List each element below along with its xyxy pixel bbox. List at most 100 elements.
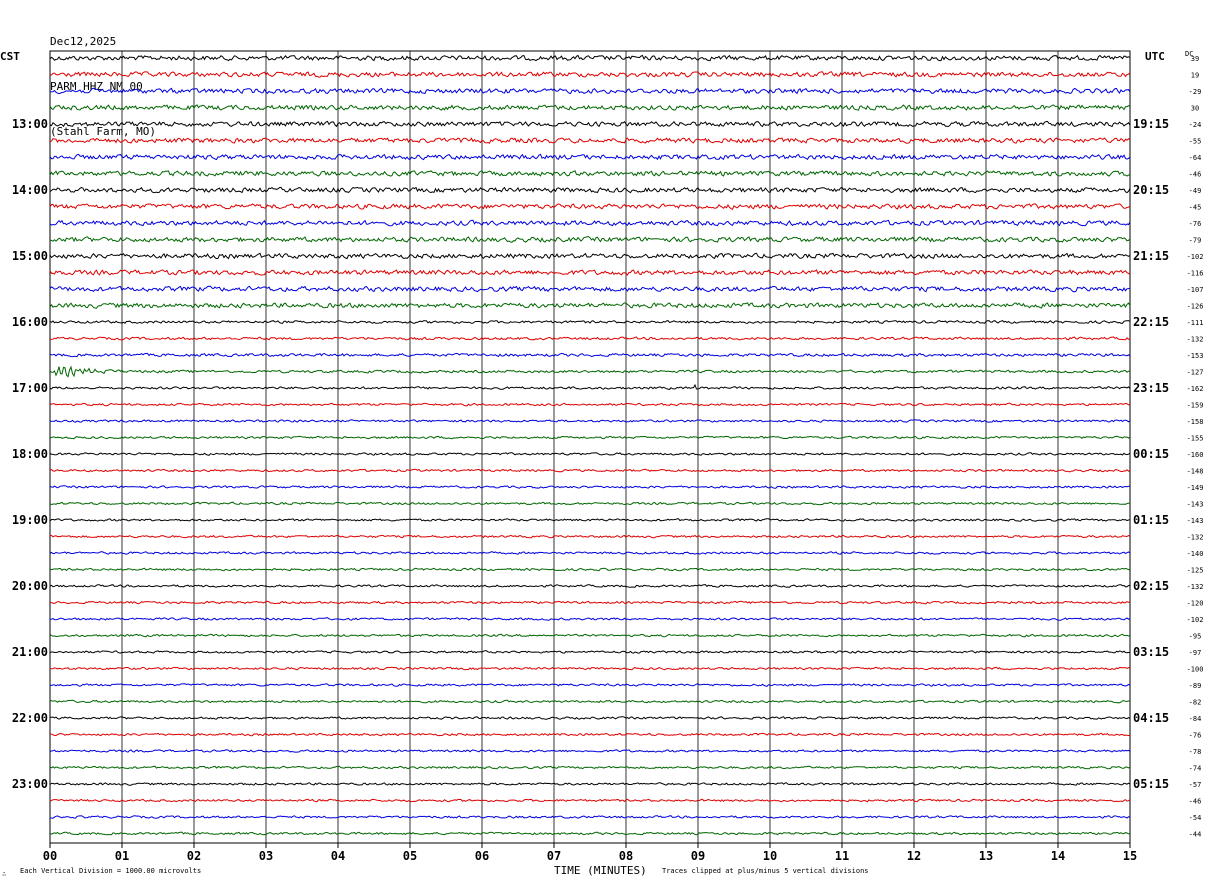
x-tick-label: 04 bbox=[331, 849, 345, 863]
dc-offset-label: -125 bbox=[1187, 567, 1204, 575]
seismic-trace bbox=[49, 782, 1131, 786]
dc-offset-label: 39 bbox=[1191, 55, 1199, 63]
utc-hour-label: 01:15 bbox=[1133, 513, 1169, 527]
dc-offset-label: -74 bbox=[1189, 765, 1202, 773]
seismic-trace bbox=[50, 336, 1131, 341]
seismic-trace bbox=[49, 186, 1131, 194]
cst-hour-label: 19:00 bbox=[12, 513, 48, 527]
dc-offset-label: -57 bbox=[1189, 781, 1202, 789]
cst-hour-label: 23:00 bbox=[12, 777, 48, 791]
dc-offset-label: -162 bbox=[1187, 385, 1204, 393]
dc-offset-label: -132 bbox=[1187, 336, 1204, 344]
seismic-trace bbox=[49, 633, 1131, 638]
seismic-trace bbox=[49, 452, 1131, 456]
x-tick-label: 14 bbox=[1051, 849, 1065, 863]
x-tick-label: 11 bbox=[835, 849, 849, 863]
seismic-trace bbox=[49, 831, 1131, 836]
helicorder-plot: 00 01 02 03 04 05 06 07 08 09 10 11 12 13 14 15 39 19 -29 3… bbox=[12, 50, 1204, 863]
utc-hour-label: 23:15 bbox=[1133, 381, 1169, 395]
seismic-trace bbox=[49, 501, 1131, 506]
dc-offset-label: 30 bbox=[1191, 105, 1199, 113]
seismic-trace bbox=[49, 798, 1131, 803]
dc-offset-label: -159 bbox=[1187, 402, 1204, 410]
dc-offset-label: -89 bbox=[1189, 682, 1202, 690]
seismic-trace bbox=[49, 170, 1131, 177]
dc-offset-label: -140 bbox=[1187, 550, 1204, 558]
seismic-trace bbox=[49, 252, 1131, 260]
dc-offset-label: 19 bbox=[1191, 72, 1199, 80]
seismic-trace bbox=[49, 600, 1131, 605]
seismic-trace bbox=[49, 54, 1131, 62]
seismic-trace bbox=[49, 567, 1131, 572]
seismic-trace bbox=[49, 435, 1131, 440]
corner-mark: ∴ bbox=[2, 870, 7, 878]
dc-offset-label: -54 bbox=[1189, 814, 1202, 822]
dc-offset-label: -132 bbox=[1187, 534, 1204, 542]
seismic-trace bbox=[49, 617, 1131, 621]
x-tick-label: 13 bbox=[979, 849, 993, 863]
seismic-trace bbox=[49, 518, 1131, 522]
dc-offset-label: -143 bbox=[1187, 501, 1204, 509]
x-tick-label: 01 bbox=[115, 849, 129, 863]
dc-offset-label: -116 bbox=[1187, 270, 1204, 278]
dc-offset-label: -82 bbox=[1189, 699, 1202, 707]
cst-hour-label: 18:00 bbox=[12, 447, 48, 461]
dc-offset-label: -120 bbox=[1187, 600, 1204, 608]
dc-offset-label: -46 bbox=[1189, 798, 1202, 806]
cst-hour-label: 15:00 bbox=[12, 249, 48, 263]
x-tick-label: 07 bbox=[547, 849, 561, 863]
seismic-trace bbox=[49, 285, 1131, 293]
cst-hour-label: 20:00 bbox=[12, 579, 48, 593]
cst-hour-label: 13:00 bbox=[12, 117, 48, 131]
dc-offset-label: -45 bbox=[1189, 204, 1202, 212]
cst-hour-label: 16:00 bbox=[12, 315, 48, 329]
seismic-trace bbox=[49, 203, 1131, 210]
cst-hour-label: 21:00 bbox=[12, 645, 48, 659]
utc-hour-label: 19:15 bbox=[1133, 117, 1169, 131]
dc-offset-label: -126 bbox=[1187, 303, 1204, 311]
seismic-trace bbox=[49, 683, 1131, 687]
seismic-trace bbox=[49, 236, 1131, 243]
x-tick-label: 12 bbox=[907, 849, 921, 863]
dc-offset-label: -155 bbox=[1187, 435, 1204, 443]
dc-offset-label: -160 bbox=[1187, 451, 1204, 459]
dc-offset-label: -97 bbox=[1189, 649, 1202, 657]
seismic-trace bbox=[49, 87, 1131, 95]
seismic-trace bbox=[49, 699, 1131, 704]
cst-hour-label: 17:00 bbox=[12, 381, 48, 395]
utc-hour-label: 20:15 bbox=[1133, 183, 1169, 197]
seismic-trace bbox=[49, 104, 1131, 111]
dc-offset-label: -24 bbox=[1189, 121, 1202, 129]
seismic-trace bbox=[49, 402, 1131, 407]
dc-offset-label: -100 bbox=[1187, 666, 1204, 674]
x-tick-label: 03 bbox=[259, 849, 273, 863]
seismic-trace bbox=[49, 383, 1131, 390]
seismic-trace bbox=[49, 534, 1131, 539]
dc-offset-label: -79 bbox=[1189, 237, 1202, 245]
dc-offset-label: -76 bbox=[1189, 732, 1202, 740]
dc-offset-label: -153 bbox=[1187, 352, 1204, 360]
dc-offset-label: -84 bbox=[1189, 715, 1202, 723]
dc-offset-label: -148 bbox=[1187, 468, 1204, 476]
clip-note: Traces clipped at plus/minus 5 vertical … bbox=[662, 867, 869, 875]
seismic-trace bbox=[49, 153, 1131, 161]
x-tick-label: 09 bbox=[691, 849, 705, 863]
utc-hour-label: 04:15 bbox=[1133, 711, 1169, 725]
dc-offset-label: -49 bbox=[1189, 187, 1202, 195]
x-tick-label: 08 bbox=[619, 849, 633, 863]
x-tick-label: 00 bbox=[43, 849, 57, 863]
seismic-trace bbox=[49, 71, 1131, 78]
seismic-trace bbox=[49, 302, 1131, 309]
seismic-trace bbox=[49, 419, 1131, 423]
dc-offset-label: -111 bbox=[1187, 319, 1204, 327]
dc-offset-label: -143 bbox=[1187, 517, 1204, 525]
seismic-trace bbox=[49, 269, 1131, 276]
dc-offset-label: -64 bbox=[1189, 154, 1202, 162]
seismic-trace bbox=[49, 551, 1131, 555]
dc-offset-label: -132 bbox=[1187, 583, 1204, 591]
dc-offset-label: -149 bbox=[1187, 484, 1204, 492]
seismic-trace bbox=[49, 732, 1131, 737]
seismic-trace bbox=[49, 219, 1131, 227]
dc-offset-label: -44 bbox=[1189, 831, 1202, 839]
dc-offset-label: -158 bbox=[1187, 418, 1204, 426]
